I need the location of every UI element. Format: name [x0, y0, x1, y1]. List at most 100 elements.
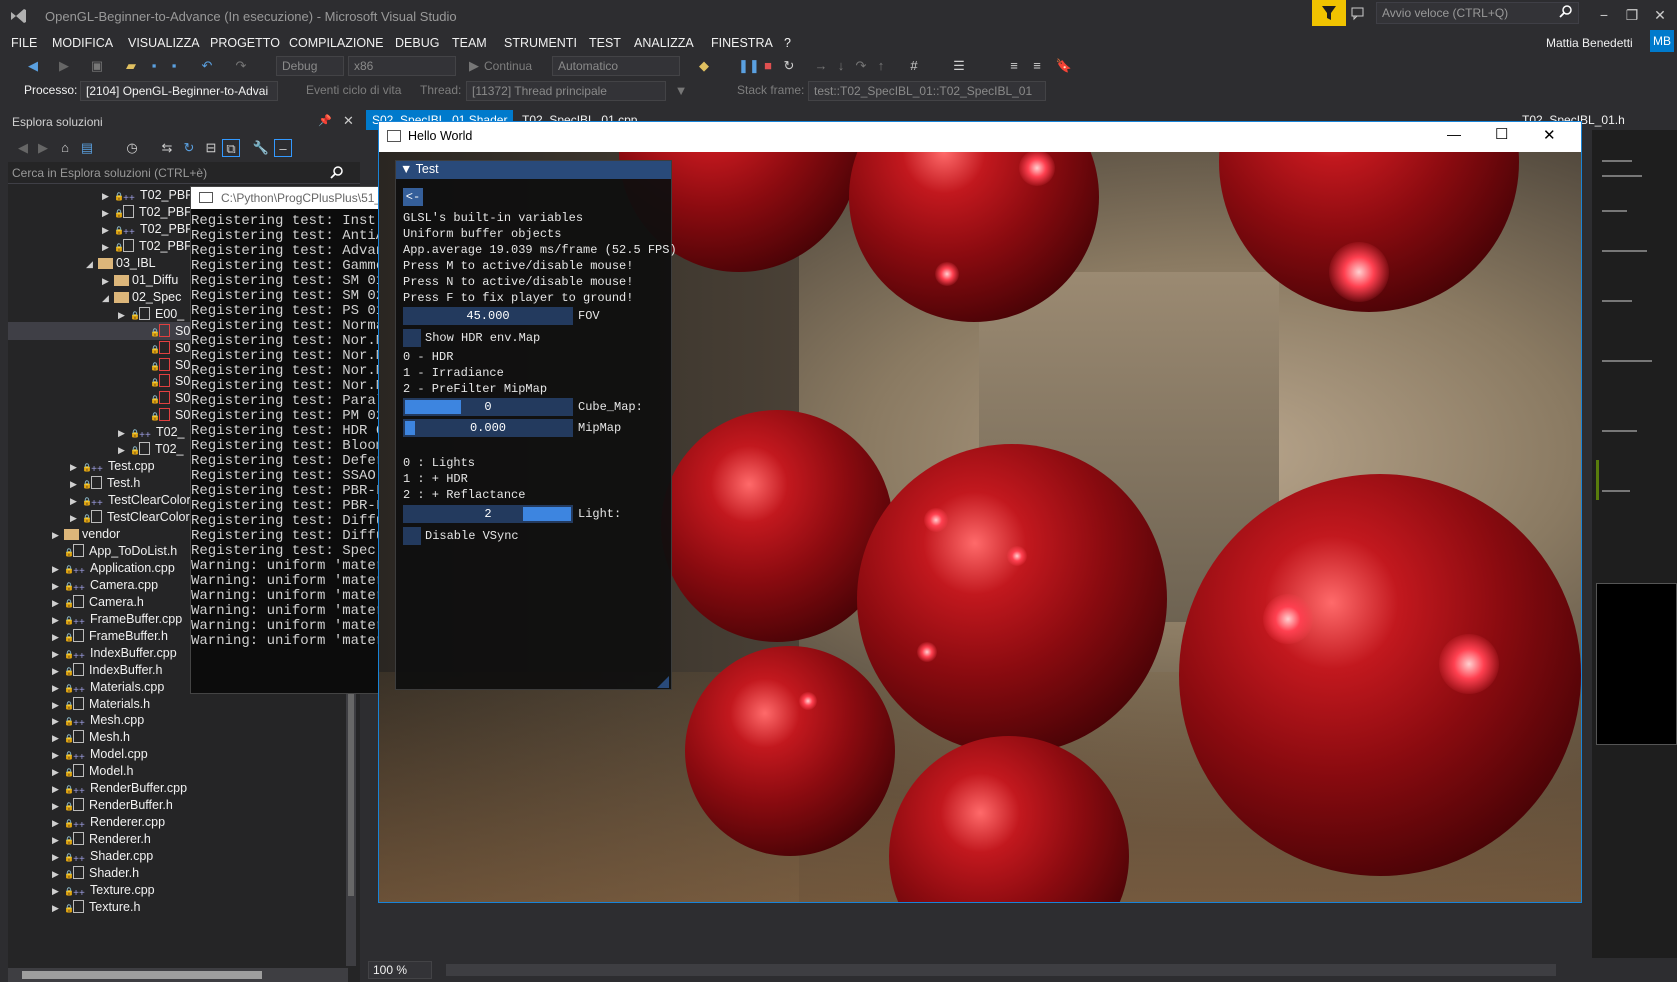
tree-item[interactable]: ▶ 🔒 T02_PBF — [102, 237, 192, 255]
tree-item[interactable]: ▶ 🔒++ T02_PBF — [102, 186, 193, 204]
tree-item[interactable]: ▶ 🔒++ RenderBuffer.cpp — [52, 779, 187, 797]
tree-item[interactable]: ▶ 🔒++ Materials.cpp — [52, 678, 164, 696]
menu-analizza[interactable]: ANALIZZA — [634, 32, 694, 54]
tree-item[interactable]: ▶ 01_Diffu — [102, 271, 178, 289]
step-over-icon[interactable]: ↷ — [852, 57, 870, 75]
panel-close-icon[interactable]: ✕ — [343, 113, 354, 129]
collapse-all-icon[interactable]: ⊟ — [202, 139, 220, 157]
light-slider[interactable]: 2 — [403, 505, 573, 523]
tree-item[interactable]: ▶ 🔒 Mesh.h — [52, 728, 130, 746]
continue-icon[interactable]: ▶ — [465, 57, 483, 75]
menu-team[interactable]: TEAM — [452, 32, 487, 54]
expand-arrow-icon[interactable]: ▶ — [52, 899, 64, 917]
lifecycle-events[interactable]: Eventi ciclo di vita — [306, 80, 401, 100]
save-all-icon[interactable]: ▪ — [165, 57, 183, 75]
tree-item[interactable]: ▶ 🔒++ Test.cpp — [70, 457, 155, 475]
menu-debug[interactable]: DEBUG — [395, 32, 439, 54]
tree-item[interactable]: ▶ 🔒 Model.h — [52, 762, 133, 780]
user-avatar[interactable]: MB — [1650, 30, 1674, 52]
tree-item[interactable]: ▶ 🔒 RenderBuffer.h — [52, 796, 173, 814]
user-name[interactable]: Mattia Benedetti — [1546, 32, 1633, 54]
menu-help[interactable]: ? — [784, 32, 791, 54]
switch-views-icon[interactable]: ▤ — [78, 139, 96, 157]
menu-modifica[interactable]: MODIFICA — [52, 32, 113, 54]
pause-icon[interactable]: ❚❚ — [738, 57, 760, 75]
minimize-button[interactable]: − — [1590, 4, 1618, 26]
open-file-icon[interactable]: ▰ — [122, 57, 140, 75]
feedback-icon[interactable] — [1350, 5, 1366, 21]
tree-item[interactable]: ▶ 🔒++ Application.cpp — [52, 559, 175, 577]
tree-item[interactable]: ▶ 🔒 E00_ — [118, 305, 184, 323]
refresh-icon[interactable]: ↻ — [180, 139, 198, 157]
se-forward-icon[interactable]: ▶ — [34, 139, 52, 157]
search-icon[interactable] — [1559, 5, 1573, 19]
tree-item[interactable]: ▶ 🔒 Test.h — [70, 474, 140, 492]
menu-progetto[interactable]: PROGETTO — [210, 32, 280, 54]
solution-search-input[interactable]: Cerca in Esplora soluzioni (CTRL+è) — [8, 162, 360, 184]
tree-item[interactable]: ▶ 🔒 Materials.h — [52, 695, 150, 713]
home-icon[interactable]: ⌂ — [56, 139, 74, 157]
undo-icon[interactable]: ↶ — [198, 57, 216, 75]
show-all-files-icon[interactable]: ⧉ — [222, 139, 240, 157]
se-back-icon[interactable]: ◀ — [14, 139, 32, 157]
menu-visualizza[interactable]: VISUALIZZA — [128, 32, 200, 54]
tree-item[interactable]: ▶ 🔒++ IndexBuffer.cpp — [52, 644, 177, 662]
show-hdr-checkbox[interactable] — [403, 329, 421, 347]
tree-item[interactable]: ◢ 02_Spec — [102, 288, 181, 306]
process-select[interactable]: [2104] OpenGL-Beginner-to-Advai — [80, 81, 278, 101]
preview-icon[interactable]: – — [274, 139, 292, 157]
process-icon[interactable]: ◆ — [695, 57, 713, 75]
editor-minimap[interactable] — [1592, 130, 1677, 965]
tree-item[interactable]: ▶ 🔒++ Model.cpp — [52, 745, 148, 763]
bookmark-icon[interactable]: 🔖 — [1055, 57, 1073, 75]
fov-slider[interactable]: 45.000 — [403, 307, 573, 325]
tree-item[interactable]: 🔒 App_ToDoList.h — [52, 542, 177, 560]
notification-flag-icon[interactable] — [1312, 0, 1346, 26]
stop-icon[interactable]: ■ — [759, 57, 777, 75]
configuration-select[interactable]: Debug — [276, 56, 344, 76]
properties-icon[interactable]: 🔧 — [252, 139, 270, 157]
pin-icon[interactable]: 📌 — [318, 114, 332, 127]
imgui-header[interactable]: ▼ Test — [396, 161, 671, 179]
back-icon[interactable]: ◀ — [24, 57, 42, 75]
tree-item[interactable]: ▶ 🔒 Shader.h — [52, 864, 139, 882]
menu-compilazione[interactable]: COMPILAZIONE — [289, 32, 383, 54]
step-out-icon[interactable]: ↑ — [872, 57, 890, 75]
tree-item[interactable]: ▶ 🔒 Renderer.h — [52, 830, 151, 848]
tree-item[interactable]: ▶ 🔒++ Texture.cpp — [52, 881, 155, 899]
continue-mode-select[interactable]: Automatico — [552, 56, 680, 76]
tree-item[interactable]: ▶ 🔒++ FrameBuffer.cpp — [52, 610, 182, 628]
mipmap-slider[interactable]: 0.000 — [403, 419, 573, 437]
menu-test[interactable]: TEST — [589, 32, 621, 54]
tree-item[interactable]: ◢ 03_IBL — [86, 254, 156, 272]
tree-item[interactable]: ▶ 🔒++ Renderer.cpp — [52, 813, 165, 831]
cube-map-grab[interactable] — [405, 400, 461, 414]
disable-vsync-checkbox[interactable] — [403, 527, 421, 545]
collapse-triangle-icon[interactable]: ▼ — [400, 162, 416, 176]
cube-map-slider[interactable]: 0 — [403, 398, 573, 416]
tree-item[interactable]: ▶ 🔒++ Camera.cpp — [52, 576, 158, 594]
back-button[interactable]: <- — [403, 188, 423, 206]
uncomment-icon[interactable]: ≡ — [1028, 57, 1046, 75]
hw-minimize-button[interactable]: — — [1447, 126, 1461, 142]
save-icon[interactable]: ▪ — [145, 57, 163, 75]
tree-item[interactable]: ▶ 🔒 TestClearColor — [70, 508, 190, 526]
forward-icon[interactable]: ▶ — [55, 57, 73, 75]
quick-launch-input[interactable]: Avvio veloce (CTRL+Q) — [1376, 2, 1579, 24]
restore-button[interactable]: ❐ — [1618, 4, 1646, 26]
show-next-statement-icon[interactable]: → — [812, 57, 830, 75]
history-icon[interactable]: ◷ — [123, 139, 141, 157]
tree-item[interactable]: ▶ 🔒 T02_ — [118, 440, 184, 458]
threads-icon[interactable]: ☰ — [950, 57, 968, 75]
continue-label[interactable]: Continua — [484, 56, 532, 76]
tree-item[interactable]: ▶ 🔒 FrameBuffer.h — [52, 627, 168, 645]
filter-icon[interactable]: ▼ — [672, 82, 690, 100]
redo-icon[interactable]: ↷ — [232, 57, 250, 75]
tree-item[interactable]: ▶ 🔒 IndexBuffer.h — [52, 661, 162, 679]
tree-item[interactable]: ▶ 🔒 Camera.h — [52, 593, 144, 611]
tree-item[interactable]: ▶ 🔒++ TestClearColor — [70, 491, 191, 509]
expand-arrow-icon[interactable]: ◢ — [102, 289, 114, 307]
close-button[interactable]: ✕ — [1646, 4, 1674, 26]
tree-item[interactable]: ▶ 🔒 Texture.h — [52, 898, 140, 916]
stack-frame-select[interactable]: test::T02_SpecIBL_01::T02_SpecIBL_01 — [808, 81, 1046, 101]
